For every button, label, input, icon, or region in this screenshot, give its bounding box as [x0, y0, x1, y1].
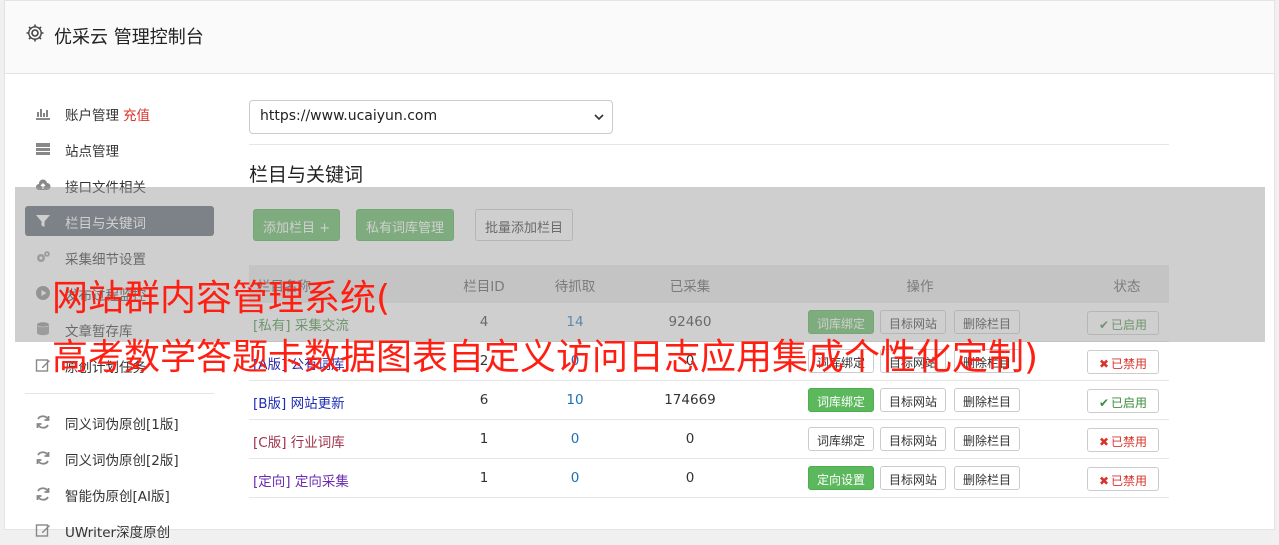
- bind-lib-button[interactable]: 词库绑定: [808, 427, 875, 451]
- server-icon: [36, 143, 50, 155]
- sidebar-item-label: 智能伪原创[AI版]: [65, 489, 170, 505]
- check-icon: ✔: [1098, 396, 1110, 410]
- column-tag: [C版]: [253, 435, 287, 451]
- column-name[interactable]: [B版] 网站更新: [253, 392, 345, 412]
- pending-count[interactable]: 0: [530, 431, 620, 447]
- status-toggle[interactable]: ✔已启用: [1087, 389, 1159, 413]
- bind-lib-button[interactable]: 定向设置: [808, 466, 875, 490]
- sidebar-item-label: 同义词伪原创[2版]: [65, 453, 179, 469]
- gear-icon: [26, 24, 44, 42]
- watermark-line-1: 网站群内容管理系统(: [52, 278, 391, 319]
- section-title: 栏目与关键词: [249, 164, 364, 186]
- status-label: 已禁用: [1110, 357, 1147, 371]
- collected-count: 0: [685, 431, 695, 447]
- site-select[interactable]: https://www.ucaiyun.com: [249, 100, 613, 134]
- sidebar-item-label: 站点管理: [65, 144, 119, 160]
- page-title: 优采云 管理控制台: [54, 27, 204, 48]
- refresh-icon: [36, 415, 50, 429]
- column-id: 6: [479, 392, 489, 408]
- cross-icon: ✖: [1098, 474, 1110, 488]
- status-label: 已启用: [1110, 396, 1147, 410]
- status-toggle[interactable]: ✖ 已禁用: [1087, 467, 1159, 491]
- target-site-button[interactable]: 目标网站: [880, 388, 947, 412]
- table-row: [C版] 行业词库 1 0 0 词库绑定 目标网站 删除栏目 ✖ 已禁用: [249, 420, 1169, 459]
- refresh-icon: [36, 487, 50, 501]
- status-toggle[interactable]: ✖ 已禁用: [1087, 428, 1159, 452]
- sidebar-item-label: 同义词伪原创[1版]: [65, 417, 179, 433]
- sidebar-item-synonym-2[interactable]: 同义词伪原创[2版]: [25, 443, 214, 473]
- status-label: 已禁用: [1110, 435, 1147, 449]
- collected-count: 174669: [664, 392, 716, 408]
- delete-column-button[interactable]: 删除栏目: [954, 388, 1021, 412]
- chevron-down-icon: [594, 114, 604, 121]
- edit-icon: [35, 524, 50, 537]
- divider: [249, 144, 1169, 145]
- sidebar-item-label: UWriter深度原创: [65, 525, 171, 541]
- sidebar-item-ai-rewrite[interactable]: 智能伪原创[AI版]: [25, 479, 214, 509]
- column-id: 1: [479, 431, 489, 447]
- sidebar-item-label: 账户管理: [65, 108, 119, 124]
- table-row: [B版] 网站更新 6 10 174669 词库绑定 目标网站 删除栏目 ✔ 已启用: [249, 381, 1169, 420]
- status-toggle[interactable]: ✖ 已禁用: [1087, 350, 1159, 374]
- sidebar-item-account[interactable]: 账户管理 充值: [25, 98, 214, 128]
- sidebar-item-uwriter[interactable]: UWriter深度原创: [25, 515, 214, 545]
- column-title: 定向采集: [294, 474, 349, 490]
- status-label: 已禁用: [1110, 474, 1147, 488]
- collected-count: 0: [685, 470, 695, 486]
- column-tag: [B版]: [253, 396, 287, 412]
- cross-icon: ✖: [1098, 435, 1110, 449]
- refresh-icon: [36, 451, 50, 465]
- column-title: 网站更新: [290, 396, 345, 412]
- column-id: 1: [479, 470, 489, 486]
- target-site-button[interactable]: 目标网站: [880, 427, 947, 451]
- sidebar-item-synonym-1[interactable]: 同义词伪原创[1版]: [25, 407, 214, 437]
- recharge-link[interactable]: 充值: [123, 108, 150, 124]
- column-title: 行业词库: [290, 435, 345, 451]
- sidebar-divider: [25, 393, 214, 394]
- bar-chart-icon: [36, 109, 50, 120]
- target-site-button[interactable]: 目标网站: [880, 466, 947, 490]
- delete-column-button[interactable]: 删除栏目: [954, 466, 1021, 490]
- watermark-line-2: 高考数学答题卡数据图表自定义访问日志应用集成个性化定制): [52, 337, 1039, 378]
- column-tag: [定向]: [253, 474, 291, 490]
- column-name[interactable]: [定向] 定向采集: [253, 470, 349, 490]
- header: 优采云 管理控制台: [5, 1, 1274, 74]
- pending-count[interactable]: 10: [530, 392, 620, 408]
- pending-count[interactable]: 0: [530, 470, 620, 486]
- table-row: [定向] 定向采集 1 0 0 定向设置 目标网站 删除栏目 ✖ 已禁用: [249, 459, 1169, 498]
- edit-icon: [35, 359, 50, 372]
- sidebar-item-sites[interactable]: 站点管理: [25, 134, 214, 164]
- delete-column-button[interactable]: 删除栏目: [954, 427, 1021, 451]
- site-select-value: https://www.ucaiyun.com: [260, 108, 438, 124]
- bind-lib-button[interactable]: 词库绑定: [808, 388, 875, 412]
- column-name[interactable]: [C版] 行业词库: [253, 431, 345, 451]
- cross-icon: ✖: [1098, 357, 1110, 371]
